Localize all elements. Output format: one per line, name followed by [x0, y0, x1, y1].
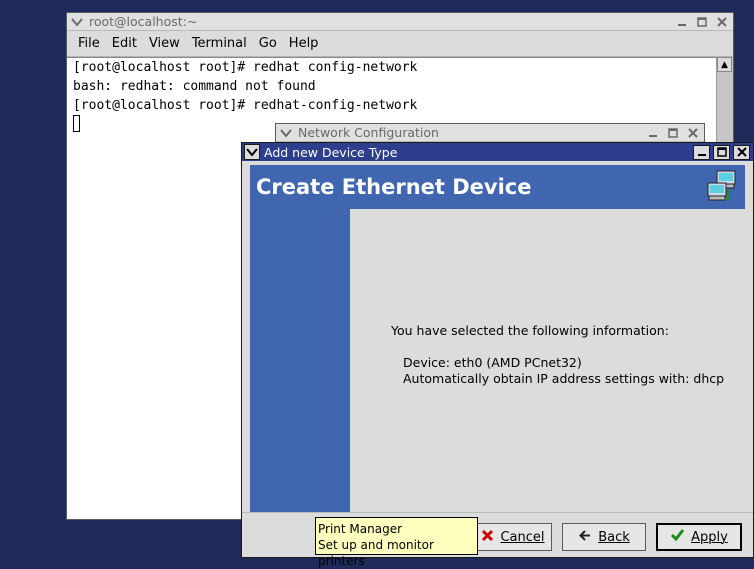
minimize-icon[interactable]: [673, 14, 690, 29]
dialog-banner: Create Ethernet Device: [250, 165, 745, 209]
dialog-titlebar[interactable]: Add new Device Type: [242, 143, 753, 161]
network-config-titlebar[interactable]: Network Configuration: [276, 124, 704, 142]
close-icon[interactable]: [713, 14, 730, 29]
maximize-icon[interactable]: [713, 144, 730, 160]
minimize-icon[interactable]: [644, 125, 661, 140]
terminal-menubar: File Edit View Terminal Go Help: [67, 31, 733, 57]
menu-help[interactable]: Help: [289, 36, 319, 51]
minimize-icon[interactable]: [693, 144, 710, 160]
desktop-background: [0, 0, 66, 558]
menu-go[interactable]: Go: [259, 36, 277, 51]
apply-button[interactable]: Apply: [656, 523, 742, 551]
window-menu-icon[interactable]: [278, 125, 294, 141]
add-device-dialog: Add new Device Type Create Ethernet Devi…: [241, 142, 754, 558]
back-label: Back: [598, 529, 630, 545]
cancel-label: Cancel: [500, 529, 545, 545]
close-icon[interactable]: [684, 125, 701, 140]
terminal-line: [root@localhost root]# redhat-config-net…: [73, 98, 418, 113]
dialog-content: You have selected the following informat…: [350, 209, 745, 514]
terminal-line: bash: redhat: command not found: [73, 79, 316, 94]
dialog-sidebar: [250, 209, 350, 514]
tooltip-title: Print Manager: [318, 522, 403, 536]
window-menu-icon[interactable]: [69, 14, 85, 30]
back-button[interactable]: Back: [562, 523, 646, 551]
dialog-title: Add new Device Type: [264, 144, 398, 160]
terminal-title: root@localhost:~: [89, 14, 198, 29]
menu-view[interactable]: View: [149, 36, 180, 51]
close-icon[interactable]: [733, 144, 750, 160]
apply-check-icon: [670, 528, 685, 546]
menu-file[interactable]: File: [78, 36, 100, 51]
network-config-title: Network Configuration: [298, 125, 439, 140]
back-arrow-icon: [578, 529, 592, 546]
terminal-titlebar[interactable]: root@localhost:~: [67, 13, 733, 31]
network-computers-icon: [705, 169, 741, 205]
print-manager-tooltip: Print Manager Set up and monitor printer…: [315, 517, 478, 568]
cancel-button[interactable]: Cancel: [474, 523, 552, 551]
ip-info: Automatically obtain IP address settings…: [403, 371, 725, 386]
cancel-x-icon: [481, 529, 494, 546]
tooltip-description: Set up and monitor printers: [318, 538, 434, 568]
terminal-line: [root@localhost root]# redhat config-net…: [73, 60, 418, 75]
window-menu-icon[interactable]: [244, 144, 260, 160]
scroll-up-arrow-icon[interactable]: ▲: [717, 57, 732, 72]
maximize-icon[interactable]: [664, 125, 681, 140]
info-heading: You have selected the following informat…: [391, 323, 669, 338]
maximize-icon[interactable]: [693, 14, 710, 29]
menu-edit[interactable]: Edit: [112, 36, 137, 51]
apply-label: Apply: [691, 529, 728, 545]
banner-title: Create Ethernet Device: [256, 175, 532, 199]
menu-terminal[interactable]: Terminal: [192, 36, 247, 51]
terminal-cursor: [73, 115, 80, 132]
device-info: Device: eth0 (AMD PCnet32): [403, 355, 582, 370]
